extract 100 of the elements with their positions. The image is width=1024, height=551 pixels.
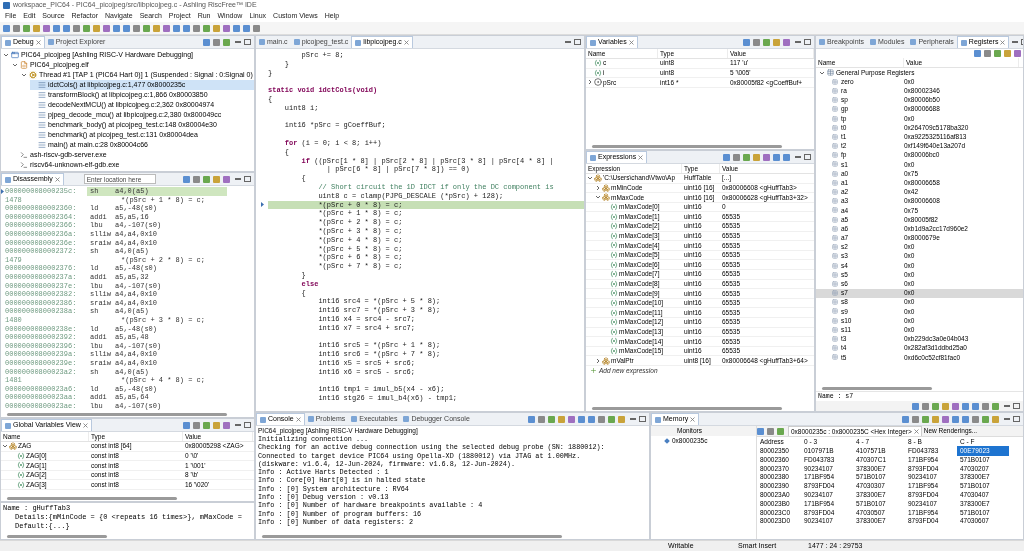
close-icon[interactable] (638, 155, 644, 160)
lines-icon (38, 101, 46, 109)
close-icon[interactable] (628, 40, 634, 45)
plus-icon (590, 367, 597, 375)
register-icon (832, 97, 838, 104)
register-icon (832, 161, 838, 168)
register-icon (832, 290, 838, 297)
register-icon (832, 198, 838, 205)
boxes-icon (602, 356, 610, 365)
view-icon (47, 39, 54, 45)
boxes-icon (9, 442, 17, 451)
close-icon[interactable] (54, 177, 60, 182)
scrollbar-thumb[interactable] (822, 386, 932, 390)
view-icon (355, 39, 362, 46)
register-icon (832, 152, 838, 159)
close-icon[interactable] (295, 417, 301, 422)
view-icon (5, 422, 11, 429)
register-icon (832, 253, 838, 260)
close-icon[interactable] (82, 423, 88, 428)
chevron-right-icon[interactable] (595, 184, 601, 191)
lines-icon (38, 111, 46, 119)
register-icon (832, 317, 838, 324)
view-icon (869, 39, 876, 45)
scrollbar-thumb[interactable] (592, 406, 782, 410)
terminal-icon (20, 151, 28, 159)
chevron-down-icon[interactable] (595, 194, 601, 201)
chevron-down-icon[interactable] (819, 69, 825, 76)
lines-icon (38, 141, 46, 149)
view-icon (259, 39, 265, 45)
terminal-icon (20, 161, 28, 169)
close-icon[interactable] (1000, 40, 1006, 45)
chevron-down-icon[interactable] (3, 52, 9, 58)
view-icon (960, 39, 967, 46)
register-icon (832, 225, 838, 232)
maximize-icon[interactable] (804, 154, 811, 160)
view-icon (590, 154, 596, 161)
register-icon (832, 124, 838, 131)
register-icon (832, 271, 838, 278)
register-icon (832, 326, 838, 333)
lines-icon (38, 121, 46, 129)
register-icon (832, 78, 838, 85)
view-icon (655, 416, 661, 423)
register-icon (832, 115, 838, 122)
view-icon (403, 416, 410, 422)
chevron-right-icon[interactable] (595, 357, 601, 364)
scrollbar-thumb[interactable] (262, 534, 562, 538)
maximize-icon[interactable] (244, 176, 251, 182)
scrollbar-thumb[interactable] (7, 534, 107, 538)
register-icon (832, 244, 838, 251)
maximize-icon[interactable] (804, 39, 811, 45)
close-icon[interactable] (35, 40, 41, 45)
file-icon (20, 61, 28, 69)
register-icon (832, 143, 838, 150)
register-icon (832, 336, 838, 343)
scrollbar-thumb[interactable] (592, 144, 782, 148)
lines-icon (38, 81, 46, 89)
chevron-down-icon[interactable] (2, 443, 8, 450)
chevron-down-icon[interactable] (12, 62, 18, 68)
maximize-icon[interactable] (244, 39, 251, 45)
lines-icon (38, 131, 46, 139)
maximize-icon[interactable] (574, 39, 581, 45)
current-instruction-icon (1, 188, 4, 194)
register-icon (832, 179, 838, 186)
view-icon (293, 39, 300, 45)
view-icon (590, 39, 596, 46)
chevron-down-icon[interactable] (587, 175, 593, 182)
app-logo-icon (3, 2, 10, 9)
app-window-icon (11, 51, 19, 59)
register-icon (832, 234, 838, 241)
close-icon[interactable] (403, 40, 409, 45)
view-icon (5, 176, 11, 183)
maximize-icon[interactable] (639, 416, 646, 422)
scrollbar-thumb[interactable] (7, 412, 227, 416)
register-icon (832, 299, 838, 306)
minimize-icon[interactable] (1012, 41, 1019, 43)
gear-icon (29, 71, 37, 79)
register-icon (832, 106, 838, 113)
view-icon (5, 39, 11, 46)
scrollbar-thumb[interactable] (7, 496, 177, 500)
maximize-icon[interactable] (244, 422, 251, 428)
register-icon (832, 280, 838, 287)
view-icon (910, 39, 917, 45)
close-icon[interactable] (690, 417, 696, 422)
register-icon (832, 216, 838, 223)
view-icon (260, 416, 266, 423)
register-icon (832, 170, 838, 177)
register-icon (832, 354, 838, 361)
chevron-right-icon[interactable] (587, 79, 593, 86)
view-icon (351, 416, 358, 422)
dot-icon (594, 78, 602, 87)
register-icon (832, 308, 838, 315)
view-icon (819, 39, 825, 45)
chevron-down-icon[interactable] (21, 72, 27, 78)
register-icon (832, 133, 838, 140)
register-icon (832, 189, 838, 196)
register-icon (832, 87, 838, 94)
close-icon[interactable] (913, 429, 919, 434)
lines-icon (38, 91, 46, 99)
table-icon (827, 69, 834, 77)
current-line-icon (260, 202, 264, 208)
